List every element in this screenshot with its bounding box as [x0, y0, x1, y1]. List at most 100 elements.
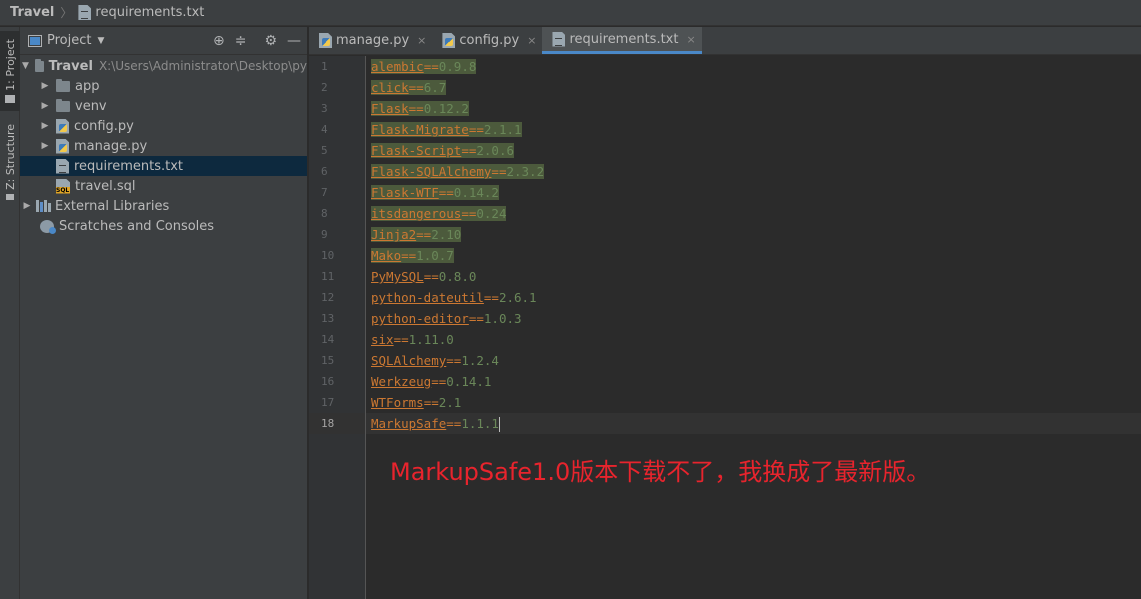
code-line[interactable]: Flask-Migrate==2.1.1 — [366, 119, 1141, 140]
line-number: 18 — [309, 413, 365, 434]
tree-item-venv[interactable]: ▶ venv — [20, 96, 307, 116]
code-line[interactable]: MarkupSafe==1.1.1 — [366, 413, 1141, 434]
line-number: 4 — [321, 123, 328, 136]
tree-item-app[interactable]: ▶ app — [20, 76, 307, 96]
tree-item-travel-sql[interactable]: travel.sql — [20, 176, 307, 196]
code-line[interactable]: six==1.11.0 — [366, 329, 1141, 350]
line-number: 9 — [321, 228, 328, 241]
package-name: Flask-WTF — [371, 185, 439, 200]
code-line[interactable]: Flask-WTF==0.14.2 — [366, 182, 1141, 203]
project-tool-tab[interactable]: 1: Project — [0, 31, 20, 111]
code-editor[interactable]: alembic==0.9.8 click==6.7 Flask==0.12.2 Fla… — [366, 56, 1141, 599]
chevron-right-icon[interactable]: ▶ — [22, 201, 32, 211]
package-name: six — [371, 332, 394, 347]
code-line[interactable]: Werkzeug==0.14.1 — [366, 371, 1141, 392]
code-line[interactable]: WTForms==2.1 — [366, 392, 1141, 413]
package-name: Flask-Migrate — [371, 122, 469, 137]
package-version: 0.14.2 — [453, 185, 499, 200]
tree-root-path: X:\Users\Administrator\Desktop\py — [98, 59, 307, 73]
code-line[interactable]: Jinja2==2.10 — [366, 224, 1141, 245]
line-number: 17 — [321, 396, 335, 409]
version-operator: == — [468, 122, 484, 137]
package-version: 1.1.1 — [461, 416, 499, 431]
code-line[interactable]: click==6.7 — [366, 77, 1141, 98]
python-file-icon — [319, 33, 332, 48]
tree-item-requirements-txt[interactable]: requirements.txt — [20, 156, 307, 176]
code-line-content: WTForms==2.1 — [371, 395, 461, 410]
package-version: 1.0.3 — [483, 311, 522, 326]
package-name: Mako — [371, 248, 402, 263]
package-name: Flask — [371, 101, 409, 116]
tree-root-travel[interactable]: ▼ Travel X:\Users\Administrator\Desktop\… — [20, 56, 307, 76]
code-line-content: Flask==0.12.2 — [371, 101, 469, 116]
version-operator: == — [423, 395, 439, 410]
close-icon[interactable]: × — [686, 33, 695, 46]
package-name: click — [371, 80, 409, 95]
package-version: 2.1 — [438, 395, 462, 410]
code-line[interactable]: python-dateutil==2.6.1 — [366, 287, 1141, 308]
hide-panel-icon[interactable]: — — [287, 33, 301, 49]
package-version: 2.3.2 — [506, 164, 545, 179]
breadcrumb-root[interactable]: Travel — [10, 5, 54, 20]
tab-label: manage.py — [336, 33, 410, 48]
tree-item-config-py[interactable]: ▶ config.py — [20, 116, 307, 136]
code-line[interactable]: Mako==1.0.7 — [366, 245, 1141, 266]
package-name: Jinja2 — [371, 227, 417, 242]
project-view-selector[interactable]: Project — [47, 33, 91, 48]
text-file-icon — [56, 158, 69, 174]
chevron-right-icon[interactable]: ▶ — [40, 121, 50, 131]
sql-file-icon — [56, 178, 70, 194]
project-panel-header: Project ▼ ⊕ ≑ ⚙ — — [20, 27, 307, 55]
structure-tool-tab[interactable]: Z: Structure — [0, 119, 20, 205]
package-name: WTForms — [371, 395, 424, 410]
version-operator: == — [461, 143, 477, 158]
tree-item-scratches[interactable]: Scratches and Consoles — [20, 216, 307, 236]
line-number: 11 — [321, 270, 335, 283]
locate-file-icon[interactable]: ⊕ — [213, 33, 225, 49]
package-version: 0.12.2 — [423, 101, 469, 116]
collapse-all-icon[interactable]: ≑ — [235, 33, 247, 49]
chevron-down-icon[interactable]: ▼ — [22, 61, 29, 71]
package-name: python-editor — [371, 311, 469, 326]
code-line-content: python-editor==1.0.3 — [371, 311, 522, 326]
code-line[interactable]: alembic==0.9.8 — [366, 56, 1141, 77]
version-operator: == — [423, 269, 439, 284]
project-tree: ▼ Travel X:\Users\Administrator\Desktop\… — [20, 55, 307, 236]
tree-item-manage-py[interactable]: ▶ manage.py — [20, 136, 307, 156]
code-line[interactable]: python-editor==1.0.3 — [366, 308, 1141, 329]
chevron-right-icon[interactable]: ▶ — [40, 81, 50, 91]
chevron-right-icon[interactable]: ▶ — [40, 141, 50, 151]
code-line[interactable]: SQLAlchemy==1.2.4 — [366, 350, 1141, 371]
code-line[interactable]: itsdangerous==0.24 — [366, 203, 1141, 224]
chevron-right-icon[interactable]: ▶ — [40, 101, 50, 111]
tab-manage-py[interactable]: manage.py × — [309, 27, 432, 54]
package-version: 0.14.1 — [446, 374, 492, 389]
version-operator: == — [446, 416, 462, 431]
code-line[interactable]: PyMySQL==0.8.0 — [366, 266, 1141, 287]
package-name: PyMySQL — [371, 269, 424, 284]
close-icon[interactable]: × — [527, 34, 536, 47]
chevron-down-icon[interactable]: ▼ — [97, 36, 104, 46]
gear-icon[interactable]: ⚙ — [264, 33, 277, 49]
navigation-bar: Travel 〉 requirements.txt — [0, 0, 1141, 26]
code-line[interactable]: Flask-SQLAlchemy==2.3.2 — [366, 161, 1141, 182]
package-version: 6.7 — [423, 80, 447, 95]
line-number: 3 — [321, 102, 328, 115]
package-name: Flask-SQLAlchemy — [371, 164, 492, 179]
code-line[interactable]: Flask-Script==2.0.6 — [366, 140, 1141, 161]
line-number: 6 — [321, 165, 328, 178]
code-line[interactable]: Flask==0.12.2 — [366, 98, 1141, 119]
tab-config-py[interactable]: config.py × — [432, 27, 542, 54]
code-line-content: Werkzeug==0.14.1 — [371, 374, 491, 389]
code-line-content: itsdangerous==0.24 — [371, 206, 507, 221]
tree-item-external-libraries[interactable]: ▶ External Libraries — [20, 196, 307, 216]
breadcrumb-file[interactable]: requirements.txt — [78, 5, 204, 20]
package-name: python-dateutil — [371, 290, 484, 305]
code-line-content: PyMySQL==0.8.0 — [371, 269, 476, 284]
close-icon[interactable]: × — [417, 34, 426, 47]
line-number: 7 — [321, 186, 328, 199]
python-file-icon — [56, 118, 69, 134]
tab-requirements-txt[interactable]: requirements.txt × — [542, 27, 702, 54]
tree-root-label: Travel — [48, 58, 93, 74]
tab-label: requirements.txt — [569, 31, 679, 47]
